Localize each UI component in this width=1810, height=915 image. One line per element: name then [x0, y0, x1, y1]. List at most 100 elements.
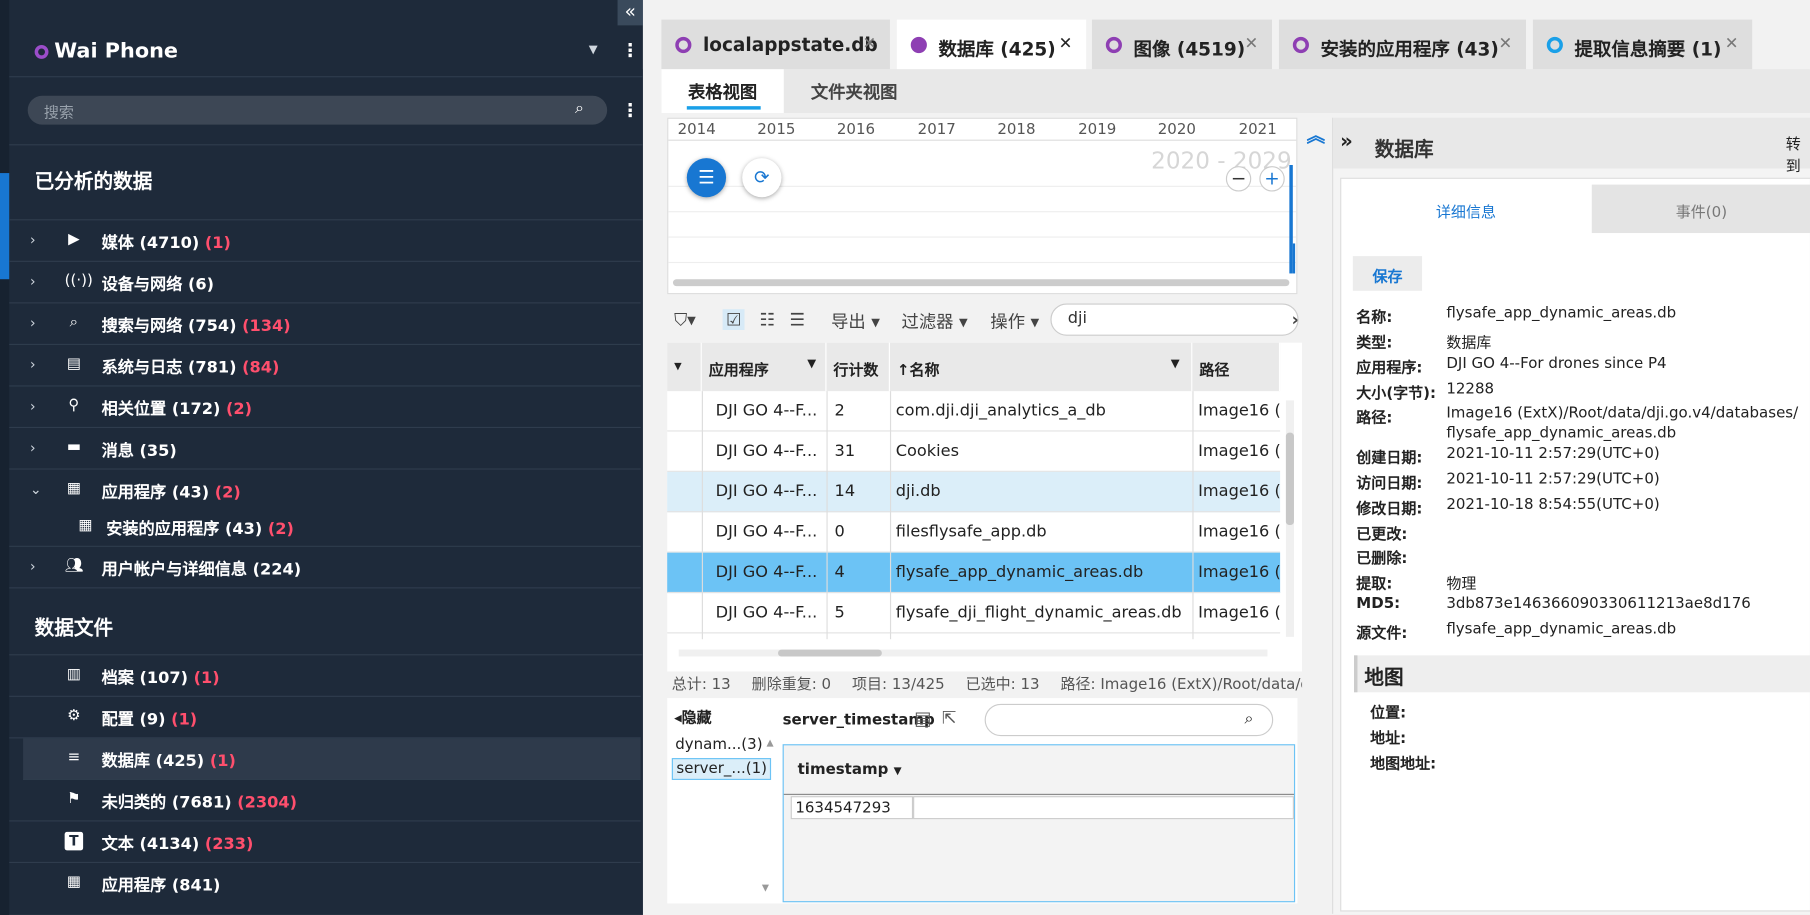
sidebar-item-applications[interactable]: ⌄ ▦ 应用程序 (43) (2) — [9, 470, 640, 512]
tab-installed-apps[interactable]: 安装的应用程序 (43) ✕ — [1278, 19, 1526, 70]
zoom-out-button[interactable]: − — [1225, 166, 1252, 192]
tab-ring-icon — [1546, 36, 1563, 54]
actions-menu[interactable]: 操作 ▾ — [990, 309, 1039, 333]
scroll-down-icon[interactable]: ▼ — [762, 883, 769, 893]
table-row[interactable]: DJI GO 4--F... 0 filesflysafe_app.db Ima… — [667, 512, 1281, 553]
device-dropdown-icon[interactable]: ▼ — [589, 44, 598, 57]
hide-tree-button[interactable]: ◂隐藏 — [674, 705, 712, 727]
device-menu-icon[interactable]: ⋮ — [621, 41, 639, 60]
badge-count: (233) — [204, 835, 254, 854]
tab-images[interactable]: 图像 (4519) ✕ — [1091, 19, 1273, 70]
chevron-right-icon[interactable]: › — [30, 315, 36, 331]
sidebar-item-devices-network[interactable]: › ((·)) 设备与网络 (6) — [9, 262, 641, 304]
close-icon[interactable]: ✕ — [1725, 35, 1739, 53]
sidebar-item-databases[interactable]: ≡ 数据库 (425) (1) — [23, 738, 641, 780]
expand-panel-icon[interactable]: » — [1340, 130, 1353, 153]
chevron-right-icon[interactable]: › — [30, 440, 36, 456]
location-icon: ⚲ — [68, 396, 80, 415]
filter-menu[interactable]: 过滤器 ▾ — [902, 309, 968, 333]
sidebar-item-search-web[interactable]: › ⌕ 搜索与网络 (754) (134) — [9, 303, 641, 345]
chevron-right-icon[interactable]: › — [30, 398, 36, 414]
open-external-icon[interactable]: ⇱ — [942, 707, 957, 728]
archive-icon: ▥ — [66, 665, 81, 684]
details-header: » 数据库 转到 — [1333, 117, 1810, 175]
check-list-icon[interactable]: ☷ — [760, 309, 776, 330]
goto-link[interactable]: 转到 — [1786, 132, 1810, 175]
sidebar-item-config[interactable]: ⚙ 配置 (9) (1) — [9, 697, 641, 739]
scroll-up-icon[interactable]: ▲ — [766, 737, 773, 747]
tab-extraction-summary[interactable]: 提取信息摘要 (1) ✕ — [1532, 19, 1753, 70]
tab-details[interactable]: 详细信息 — [1342, 184, 1590, 234]
search-icon[interactable]: ⌕ — [575, 99, 584, 117]
tab-localappstate[interactable]: localappstate.db ✕ — [661, 19, 890, 70]
timeline[interactable]: 2014 2015 2016 2017 2018 2019 2020 2021 … — [667, 117, 1298, 295]
sidebar-item-media[interactable]: › ▶ 媒体 (4710) (1) — [9, 220, 641, 262]
check-all-icon[interactable]: ☑ — [722, 309, 746, 330]
chevron-right-icon[interactable]: › — [30, 558, 36, 574]
record-search-input[interactable]: ⌕ — [984, 703, 1274, 737]
table-row[interactable]: DJI GO 4--F... 31 Cookies Image16 (E: — [667, 432, 1281, 472]
zoom-in-button[interactable]: + — [1259, 166, 1285, 192]
collapse-timeline-icon[interactable]: ︽ — [1307, 120, 1325, 148]
sidebar-item-text[interactable]: T 文本 (4134) (233) — [9, 822, 641, 864]
search-icon[interactable]: ⌕ — [1245, 710, 1254, 728]
export-menu[interactable]: 导出 ▾ — [831, 309, 880, 333]
chevron-right-icon[interactable]: › — [30, 273, 36, 289]
filter-input[interactable]: dji — [1050, 303, 1299, 336]
sidebar-item-installed-apps[interactable]: ▦ 安装的应用程序 (43) (2) — [9, 508, 641, 547]
column-header-rowcount[interactable]: 行计数 — [826, 342, 890, 392]
device-selector[interactable]: Wai Phone — [34, 39, 178, 63]
sidebar-item-applications-files[interactable]: ▦ 应用程序 (841) — [9, 863, 640, 905]
sidebar-item-uncategorized[interactable]: ⚑ 未归类的 (7681) (2304) — [9, 780, 641, 822]
refresh-button[interactable]: ⟳ — [742, 158, 782, 198]
sidebar-item-messages[interactable]: › ▬ 消息 (35) — [9, 428, 641, 470]
tag-icon[interactable]: ⛉▾ — [674, 309, 696, 330]
timeline-scrollbar[interactable] — [672, 279, 1290, 287]
tab-folder-view[interactable]: 文件夹视图 — [791, 69, 918, 113]
tab-table-view[interactable]: 表格视图 — [661, 69, 784, 114]
list-view-button[interactable]: ☰ — [686, 158, 727, 198]
uncheck-list-icon[interactable]: ☰ — [790, 309, 806, 330]
sidebar-search-input[interactable]: 搜索 ⌕ — [27, 95, 608, 125]
columns-icon[interactable]: ▤ — [914, 707, 931, 729]
sidebar-item-archives[interactable]: ▥ 档案 (107) (1) — [9, 655, 641, 697]
column-header-name[interactable]: ↑名称 ▼ — [889, 342, 1193, 392]
close-icon[interactable]: ✕ — [1245, 35, 1259, 53]
table-row[interactable]: DJI GO 4--F... 4 flysafe_app_dynamic_are… — [667, 552, 1281, 594]
column-header-timestamp[interactable]: timestamp ▼ — [798, 762, 902, 779]
tab-databases[interactable]: 数据库 (425) ✕ — [896, 19, 1087, 70]
close-icon[interactable]: ✕ — [1499, 35, 1513, 53]
sidebar-item-system-logs[interactable]: › ▤ 系统与日志 (781) (84) — [9, 345, 641, 387]
chevron-right-icon[interactable]: › — [30, 232, 36, 248]
timeline-year: 2015 — [757, 121, 796, 139]
scrollbar-thumb[interactable] — [1285, 432, 1294, 525]
table-row[interactable]: DJI GO 4--F... 2 com.dji.dji_analytics_a… — [667, 391, 1281, 432]
tab-events[interactable]: 事件(0) — [1591, 184, 1810, 234]
tree-item[interactable]: dynam...(3) — [672, 735, 766, 755]
horizontal-scrollbar[interactable] — [678, 649, 1268, 657]
save-button[interactable]: 保存 — [1352, 256, 1423, 291]
gridline — [668, 236, 1297, 238]
prop-key: 创建日期: — [1356, 449, 1423, 468]
tree-item-selected[interactable]: server_...(1) — [671, 758, 772, 780]
sidebar-item-locations[interactable]: › ⚲ 相关位置 (172) (2) — [9, 387, 641, 429]
wifi-icon: ((·)) — [64, 272, 93, 290]
status-bar: 总计: 13 删除重复: 0 项目: 13/425 已选中: 13 路径: Im… — [667, 672, 1302, 695]
column-expander[interactable]: ▾ — [667, 342, 702, 392]
table-row[interactable]: DJI GO 4--F... 14 dji.db Image16 (E: — [667, 471, 1281, 513]
chevron-down-icon[interactable]: ⌄ — [30, 481, 42, 497]
sidebar-active-marker — [0, 173, 10, 280]
table-row[interactable]: DJI GO 4--F... 5 flysafe_dji_flight_dyna… — [667, 593, 1281, 634]
search-menu-icon[interactable]: ⋮ — [621, 101, 639, 120]
chevron-right-icon[interactable]: › — [30, 357, 36, 373]
close-icon[interactable]: ✕ — [1059, 35, 1073, 53]
cell-timestamp[interactable]: 1634547293 — [790, 796, 914, 820]
column-header-path[interactable]: 路径 — [1192, 342, 1281, 392]
sidebar-item-user-accounts[interactable]: › 👥︎ 用户帐户与详细信息 (224) — [9, 547, 641, 589]
sidebar-item-label: 数据库 (425) — [101, 752, 205, 771]
scrollbar-thumb[interactable] — [777, 649, 882, 657]
collapse-sidebar-button[interactable]: « — [617, 0, 643, 26]
column-header-app[interactable]: 应用程序 ▼ — [701, 342, 827, 392]
close-icon[interactable]: ✕ — [863, 35, 877, 53]
chevron-right-icon[interactable]: › — [1292, 309, 1299, 330]
